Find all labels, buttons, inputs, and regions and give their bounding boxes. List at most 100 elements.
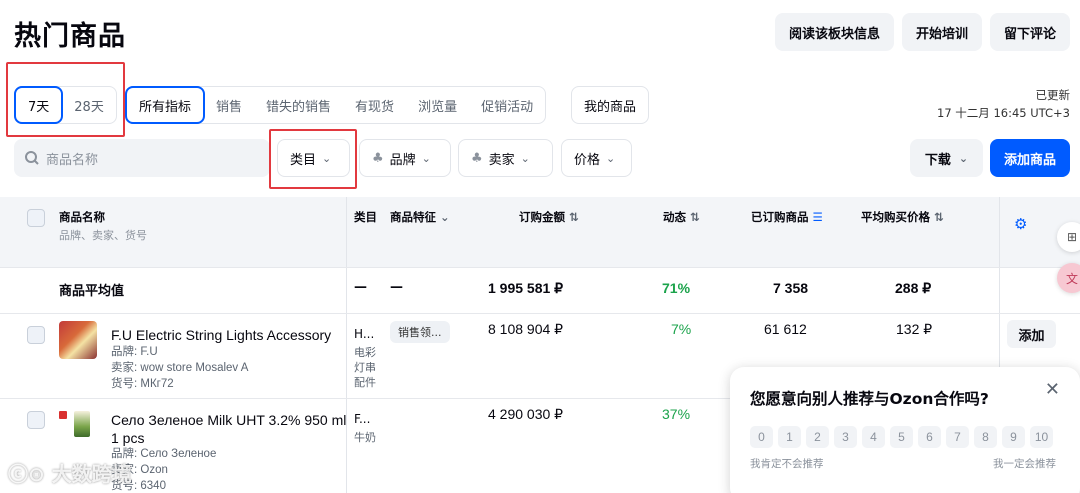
sort-icon: ⇅ — [569, 210, 579, 224]
product-dynamics: 7% — [671, 321, 692, 337]
col-avg-price-title: 平均购买价格 — [861, 210, 930, 224]
tab-my-products[interactable]: 我的商品 — [572, 87, 648, 123]
seller-icon: ♣ — [471, 150, 483, 166]
close-icon[interactable]: ✕ — [1045, 379, 1060, 400]
nps-score-1[interactable]: 1 — [778, 426, 801, 448]
nps-score-4[interactable]: 4 — [862, 426, 885, 448]
product-order-amount: 8 108 904 ₽ — [488, 321, 564, 337]
col-dynamics-title: 动态 — [663, 210, 686, 224]
updated-time: 17 十二月 16:45 UTC+3 — [937, 106, 1070, 120]
nps-score-5[interactable]: 5 — [890, 426, 913, 448]
survey-low-label: 我肯定不会推荐 — [750, 458, 824, 470]
column-divider — [346, 197, 347, 493]
chevron-down-icon: ⌄ — [421, 151, 431, 165]
sort-icon: ⇅ — [934, 210, 944, 224]
col-name-header[interactable]: 商品名称 品牌、卖家、货号 — [59, 209, 147, 243]
search-input[interactable]: 商品名称 — [14, 139, 270, 177]
read-info-button[interactable]: 阅读该板块信息 — [774, 13, 894, 51]
chevron-down-icon: ⌄ — [606, 151, 616, 165]
product-thumbnail[interactable] — [59, 321, 97, 359]
tab-sales[interactable]: 销售 — [204, 87, 254, 123]
col-order-amount-header[interactable]: 订购金额 ⇅ — [519, 209, 579, 225]
sort-desc-icon: ☰ — [812, 210, 823, 224]
seller-filter[interactable]: ♣ 卖家 ⌄ — [458, 139, 553, 177]
product-category-short: F... — [354, 412, 371, 426]
average-dynamics: 71% — [662, 280, 691, 296]
brand-filter-label: 品牌 — [389, 152, 416, 168]
download-button[interactable]: 下载 ⌄ — [910, 139, 983, 177]
select-all-checkbox[interactable] — [27, 209, 45, 227]
nps-score-9[interactable]: 9 — [1002, 426, 1025, 448]
col-avg-price-header[interactable]: 平均购买价格 ⇅ — [861, 209, 944, 225]
brand-icon: ♣ — [372, 150, 384, 166]
grid-add-icon[interactable]: ⊞ — [1057, 222, 1080, 252]
product-name[interactable]: F.U Electric String Lights Accessory — [111, 326, 331, 344]
average-ordered: 7 358 — [773, 280, 809, 296]
my-products-tab-wrap: 我的商品 — [571, 86, 650, 124]
chevron-down-icon: ⌄ — [958, 151, 969, 165]
seller-filter-label: 卖家 — [488, 152, 515, 168]
col-features-title: 商品特征 — [390, 210, 436, 224]
product-name-continued[interactable]: 1 pcs — [111, 429, 144, 447]
product-name[interactable]: Село Зеленое Milk UHT 3.2% 950 ml — [111, 411, 346, 429]
tab-views[interactable]: 浏览量 — [406, 87, 469, 123]
add-button[interactable]: 添加 — [1007, 320, 1056, 348]
product-category-line: 灯串 — [354, 361, 376, 374]
updated-info: 已更新 17 十二月 16:45 UTC+3 — [937, 86, 1070, 122]
survey-high-label: 我一定会推荐 — [993, 458, 1056, 470]
highlight-box-category — [269, 129, 357, 189]
product-avg-price: 132 ₽ — [896, 321, 933, 337]
watermark-logo-icon: ⓒ⊙ — [8, 462, 52, 486]
gear-icon[interactable]: ⚙ — [1014, 215, 1027, 233]
price-filter[interactable]: 价格 ⌄ — [561, 139, 632, 177]
average-order-amount: 1 995 581 ₽ — [488, 280, 564, 296]
col-name-title: 商品名称 — [59, 210, 105, 224]
watermark: ⓒ⊙ 大数跨境 — [8, 458, 132, 487]
page-title: 热门商品 — [14, 21, 126, 52]
tab-promotions[interactable]: 促销活动 — [469, 87, 545, 123]
sort-icon: ⇅ — [690, 210, 700, 224]
nps-score-10[interactable]: 10 — [1030, 426, 1053, 448]
product-dynamics: 37% — [662, 406, 691, 422]
row-checkbox[interactable] — [27, 411, 45, 429]
row-divider — [0, 313, 1080, 314]
tab-in-stock[interactable]: 有现货 — [343, 87, 406, 123]
leave-review-button[interactable]: 留下评论 — [989, 13, 1070, 51]
col-dynamics-header[interactable]: 动态 ⇅ — [663, 209, 700, 225]
nps-score-7[interactable]: 7 — [946, 426, 969, 448]
row-checkbox[interactable] — [27, 326, 45, 344]
start-training-button[interactable]: 开始培训 — [901, 13, 982, 51]
product-ordered: 61 612 — [764, 321, 807, 337]
product-thumbnail[interactable] — [74, 411, 90, 437]
product-brand: 品牌: F.U — [111, 346, 158, 358]
metric-tabs: 所有指标 销售 错失的销售 有现货 浏览量 促销活动 — [125, 86, 547, 124]
average-avg-price: 288 ₽ — [895, 280, 932, 296]
nps-score-2[interactable]: 2 — [806, 426, 829, 448]
brand-filter[interactable]: ♣ 品牌 ⌄ — [359, 139, 451, 177]
product-category-line: 配件 — [354, 376, 376, 389]
col-order-amount-title: 订购金额 — [519, 210, 565, 224]
product-sku: 货号: МКг72 — [111, 378, 174, 390]
nps-survey-popup: 您愿意向别人推荐与Ozon合作吗? ✕ 0 1 2 3 4 5 6 7 8 9 … — [730, 367, 1080, 493]
translate-icon[interactable]: 文 — [1057, 263, 1080, 293]
watermark-text: 大数跨境 — [51, 462, 132, 486]
search-placeholder: 商品名称 — [46, 152, 99, 168]
product-order-amount: 4 290 030 ₽ — [488, 406, 564, 422]
nps-score-0[interactable]: 0 — [750, 426, 773, 448]
nps-score-3[interactable]: 3 — [834, 426, 857, 448]
highlight-box-period — [6, 62, 125, 137]
col-features-header[interactable]: 商品特征 ⌄ — [390, 209, 450, 225]
nps-score-8[interactable]: 8 — [974, 426, 997, 448]
add-product-button[interactable]: 添加商品 — [990, 139, 1070, 177]
nps-scale: 0 1 2 3 4 5 6 7 8 9 10 — [750, 426, 1053, 448]
col-name-sub: 品牌、卖家、货号 — [59, 229, 147, 242]
table-header — [0, 197, 1080, 267]
col-ordered-header[interactable]: 已订购商品 ☰ — [751, 209, 823, 225]
chevron-down-icon: ⌄ — [520, 151, 530, 165]
nps-score-6[interactable]: 6 — [918, 426, 941, 448]
product-category-short: H... — [354, 327, 375, 341]
chevron-down-icon: ⌄ — [440, 210, 450, 224]
tab-missed-sales[interactable]: 错失的销售 — [254, 87, 343, 123]
feature-tag: 销售领... — [390, 321, 450, 343]
tab-all-metrics[interactable]: 所有指标 — [125, 86, 206, 124]
